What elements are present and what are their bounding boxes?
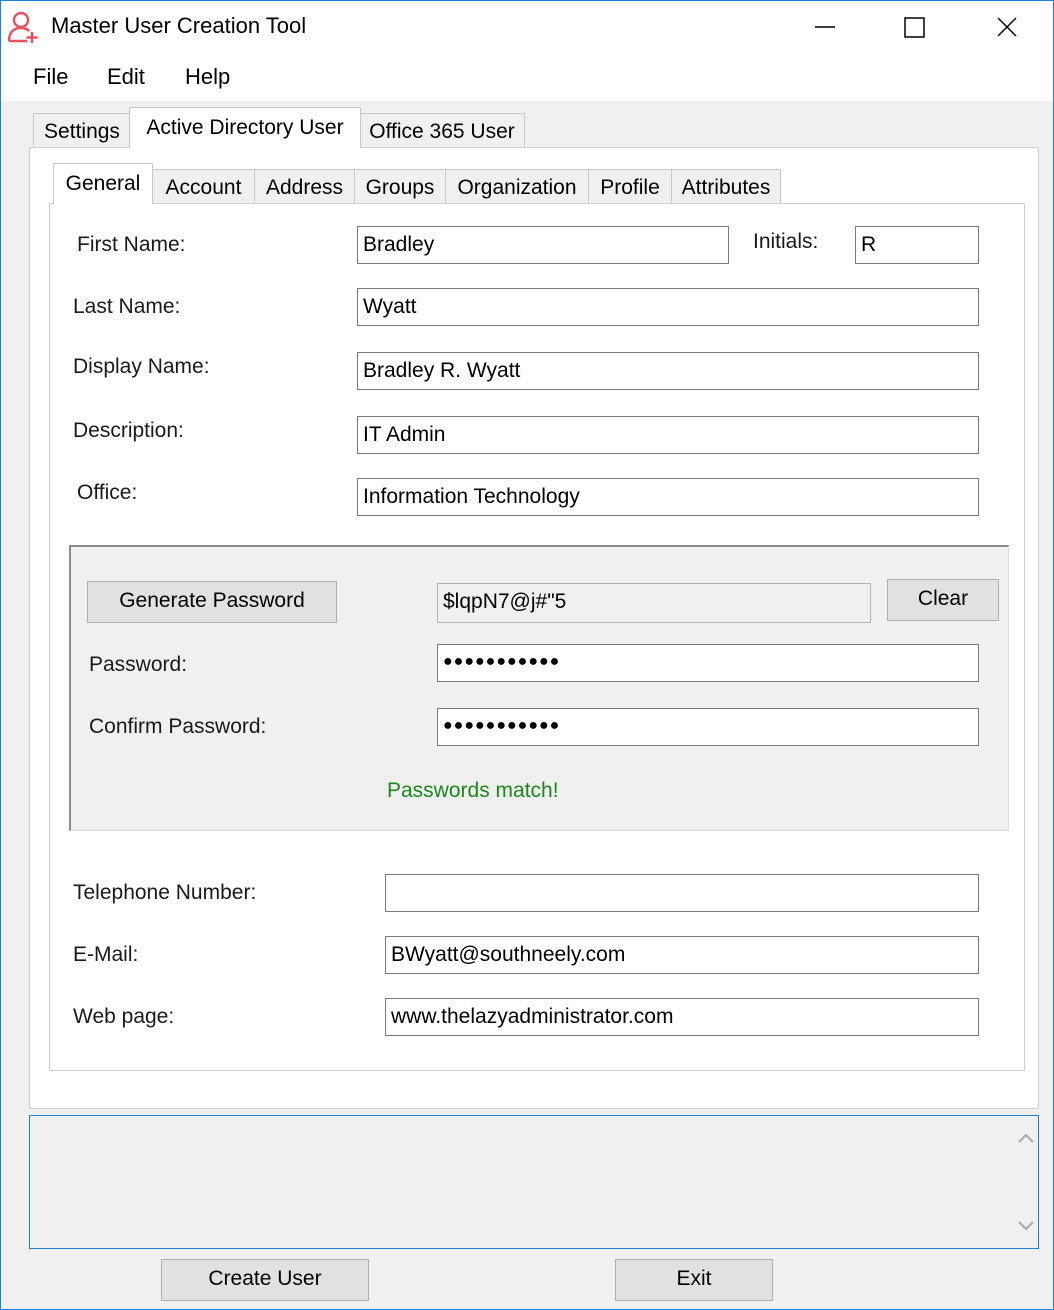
password-field[interactable]: ●●●●●●●●●●● <box>437 644 979 682</box>
confirm-password-field[interactable]: ●●●●●●●●●●● <box>437 708 979 746</box>
webpage-field[interactable]: www.thelazyadministrator.com <box>385 998 979 1036</box>
last-name-field[interactable]: Wyatt <box>357 288 979 326</box>
maximize-button[interactable] <box>869 1 961 53</box>
office-label: Office: <box>77 481 138 504</box>
tab-active-directory-user[interactable]: Active Directory User <box>129 107 361 148</box>
display-name-field[interactable]: Bradley R. Wyatt <box>357 352 979 390</box>
tab-organization-label: Organization <box>457 176 577 199</box>
scroll-down-icon[interactable] <box>1016 1218 1036 1234</box>
tab-address-label: Address <box>265 176 344 199</box>
email-label: E-Mail: <box>73 943 139 966</box>
tab-account-label: Account <box>165 176 242 199</box>
user-add-icon <box>7 10 41 44</box>
tab-groups-label: Groups <box>365 176 435 199</box>
initials-field[interactable]: R <box>855 226 979 264</box>
tab-profile-label: Profile <box>600 176 660 199</box>
generated-password-field[interactable]: $lqpN7@j#"5 <box>437 583 871 623</box>
display-name-label: Display Name: <box>73 355 210 378</box>
tab-settings-label: Settings <box>44 120 120 143</box>
office-field[interactable]: Information Technology <box>357 478 979 516</box>
password-label: Password: <box>89 653 188 676</box>
tab-office-365-user-label: Office 365 User <box>369 120 515 143</box>
confirm-password-label: Confirm Password: <box>89 715 267 738</box>
tab-attributes[interactable]: Attributes <box>671 169 781 204</box>
initials-label: Initials: <box>753 230 819 253</box>
tab-general-label: General <box>65 172 141 195</box>
tab-organization[interactable]: Organization <box>445 169 589 204</box>
webpage-label: Web page: <box>73 1005 175 1028</box>
scroll-up-icon[interactable] <box>1016 1130 1036 1146</box>
tab-office-365-user[interactable]: Office 365 User <box>359 113 525 148</box>
tab-profile[interactable]: Profile <box>588 169 672 204</box>
email-field[interactable]: BWyatt@southneely.com <box>385 936 979 974</box>
first-name-label: First Name: <box>77 233 186 256</box>
menu-edit[interactable]: Edit <box>107 64 145 90</box>
close-button[interactable] <box>961 1 1053 53</box>
minimize-button[interactable] <box>779 1 871 53</box>
menu-help[interactable]: Help <box>185 64 230 90</box>
generate-password-button[interactable]: Generate Password <box>87 581 337 623</box>
last-name-label: Last Name: <box>73 295 181 318</box>
tab-settings[interactable]: Settings <box>33 113 131 148</box>
description-field[interactable]: IT Admin <box>357 416 979 454</box>
create-user-button[interactable]: Create User <box>161 1259 369 1301</box>
telephone-field[interactable] <box>385 874 979 912</box>
tab-address[interactable]: Address <box>254 169 355 204</box>
app-window: Master User Creation Tool File Edit Help… <box>0 0 1054 1310</box>
menu-bar: File Edit Help <box>1 53 1053 101</box>
tab-attributes-label: Attributes <box>681 176 771 199</box>
window-title: Master User Creation Tool <box>51 13 307 38</box>
exit-button[interactable]: Exit <box>615 1259 773 1301</box>
menu-file[interactable]: File <box>33 64 68 90</box>
first-name-field[interactable]: Bradley <box>357 226 729 264</box>
tab-active-directory-user-label: Active Directory User <box>146 116 344 139</box>
description-label: Description: <box>73 419 184 442</box>
tab-groups[interactable]: Groups <box>354 169 446 204</box>
title-bar[interactable]: Master User Creation Tool <box>1 1 1053 53</box>
clear-button[interactable]: Clear <box>887 579 999 621</box>
password-match-status: Passwords match! <box>387 779 559 802</box>
tab-general[interactable]: General <box>53 163 153 204</box>
telephone-label: Telephone Number: <box>73 881 257 904</box>
output-log-textbox[interactable] <box>29 1115 1039 1249</box>
tab-account[interactable]: Account <box>152 169 255 204</box>
